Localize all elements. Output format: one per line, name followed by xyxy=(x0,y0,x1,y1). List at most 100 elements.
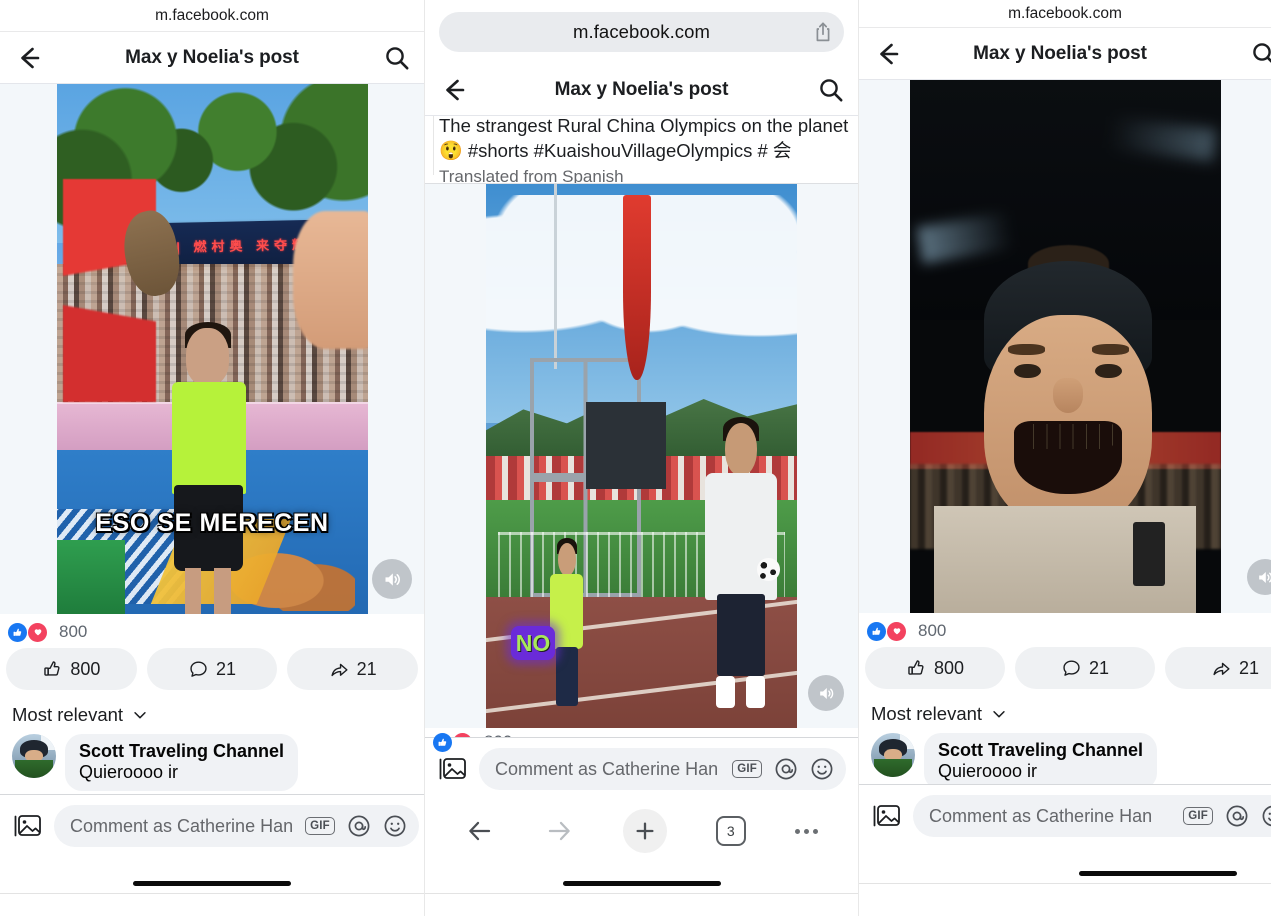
share-arrow-icon xyxy=(1211,658,1232,679)
comment-author: Scott Traveling Channel xyxy=(79,741,285,761)
comment-bubble-icon xyxy=(188,659,209,680)
post-video-middle[interactable]: NO xyxy=(425,184,858,728)
phone-panel-middle: m.facebook.com Max y Noelia's post The s… xyxy=(424,0,859,916)
phone-panel-right: m.facebook.com Max y Noelia's post 体育节 xyxy=(859,0,1271,916)
plus-icon[interactable] xyxy=(622,809,667,853)
reaction-count: 800 xyxy=(918,621,947,640)
comment-input[interactable]: Comment as Catherine Han GIF xyxy=(479,748,846,790)
facebook-nav-right: Max y Noelia's post xyxy=(859,28,1271,80)
url-bar-middle: m.facebook.com xyxy=(425,0,858,64)
photo-icon[interactable] xyxy=(437,755,469,783)
photo-icon[interactable] xyxy=(12,812,44,840)
comment-placeholder: Comment as Catherine Han xyxy=(929,805,1153,826)
post-video-right[interactable]: 体育节 xyxy=(859,80,1271,613)
facebook-nav-middle: Max y Noelia's post xyxy=(425,64,858,116)
browser-back-icon[interactable] xyxy=(465,816,495,846)
sound-on-icon[interactable] xyxy=(372,559,412,599)
comment-bubble: Scott Traveling Channel Quieroooo ir xyxy=(65,734,299,791)
thumbs-up-reaction-icon xyxy=(8,622,27,642)
url-bar-left[interactable]: m.facebook.com xyxy=(0,0,424,32)
emoji-smiley-icon[interactable] xyxy=(810,757,834,781)
home-indicator xyxy=(1079,871,1237,876)
back-arrow-icon[interactable] xyxy=(439,75,469,105)
caption-line-2: 😲 #shorts #KuaishouVillageOlympics # 会 xyxy=(439,138,844,165)
sort-label: Most relevant xyxy=(871,703,983,724)
heart-reaction-icon xyxy=(887,621,906,641)
url-text: m.facebook.com xyxy=(1008,4,1122,22)
comment-input[interactable]: Comment as Catherine Han GIF xyxy=(913,795,1271,837)
share-button[interactable]: 21 xyxy=(287,648,419,690)
like-button[interactable]: 800 xyxy=(6,648,137,690)
comment-sort-right[interactable]: Most relevant xyxy=(859,695,1271,731)
comment-author: Scott Traveling Channel xyxy=(938,740,1144,760)
comment-button[interactable]: 21 xyxy=(1015,647,1155,689)
post-actions-right: 800 21 21 xyxy=(859,643,1271,695)
at-mention-icon[interactable] xyxy=(347,814,371,838)
search-icon[interactable] xyxy=(818,77,844,103)
post-video-left[interactable]: 加多宝 | 燃村奥 来夺耀 ESO SE MERECEN xyxy=(0,84,424,614)
comment-item-left[interactable]: Scott Traveling Channel Quieroooo ir xyxy=(0,732,424,791)
comment-input[interactable]: Comment as Catherine Han GIF xyxy=(54,805,419,847)
emoji-smiley-icon[interactable] xyxy=(1261,804,1271,828)
caption-line-1: The strangest Rural China Olympics on th… xyxy=(439,116,849,136)
caption-hashtags: #shorts #KuaishouVillageOlympics # 会 xyxy=(467,140,792,161)
panel-bottom-divider xyxy=(425,893,858,894)
share-arrow-icon xyxy=(329,659,350,680)
heart-reaction-icon xyxy=(28,622,47,642)
at-mention-icon[interactable] xyxy=(1225,804,1249,828)
panel-bottom-divider xyxy=(0,893,424,894)
video-caption-overlay: ESO SE MERECEN xyxy=(95,509,329,537)
comment-count: 21 xyxy=(1088,657,1110,678)
at-mention-icon[interactable] xyxy=(774,757,798,781)
video-no-badge: NO xyxy=(511,626,555,660)
gif-icon[interactable]: GIF xyxy=(1183,807,1213,825)
thumbs-up-icon xyxy=(42,659,63,680)
url-field[interactable]: m.facebook.com xyxy=(439,12,844,52)
chevron-down-icon xyxy=(131,706,149,724)
comment-placeholder: Comment as Catherine Han xyxy=(495,758,719,779)
like-count: 800 xyxy=(70,658,101,679)
reaction-summary-left[interactable]: 800 xyxy=(0,614,424,644)
like-button[interactable]: 800 xyxy=(865,647,1005,689)
home-indicator xyxy=(133,881,291,886)
comment-sort-left[interactable]: Most relevant xyxy=(0,696,424,732)
photo-icon[interactable] xyxy=(871,802,903,830)
share-out-icon[interactable] xyxy=(813,21,833,43)
search-icon[interactable] xyxy=(384,45,410,71)
chevron-down-icon xyxy=(990,705,1008,723)
comment-composer-left: Comment as Catherine Han GIF xyxy=(0,794,424,857)
browser-forward-icon[interactable] xyxy=(544,816,574,846)
post-actions-left: 800 21 21 xyxy=(0,644,424,696)
facebook-nav-left: Max y Noelia's post xyxy=(0,32,424,84)
home-indicator xyxy=(562,881,721,886)
comment-count: 21 xyxy=(215,658,237,679)
comment-button[interactable]: 21 xyxy=(146,648,278,690)
comment-bubble: Scott Traveling Channel Quieroooo ir xyxy=(924,733,1158,790)
page-title: Max y Noelia's post xyxy=(125,46,299,68)
thumbs-up-icon xyxy=(906,658,927,679)
reaction-count: 800 xyxy=(59,622,88,641)
phone-panel-left: m.facebook.com Max y Noelia's post 加多宝 |… xyxy=(0,0,424,916)
back-arrow-icon[interactable] xyxy=(14,43,44,73)
translation-note: Translated from Spanish xyxy=(439,167,624,184)
like-count: 800 xyxy=(933,657,965,678)
search-icon[interactable] xyxy=(1251,41,1271,67)
comment-item-right[interactable]: Scott Traveling Channel Quieroooo ir xyxy=(859,731,1271,790)
share-button[interactable]: 21 xyxy=(1165,647,1271,689)
post-caption-middle[interactable]: The strangest Rural China Olympics on th… xyxy=(425,116,858,184)
tab-count-button[interactable]: 3 xyxy=(715,816,746,846)
back-arrow-icon[interactable] xyxy=(873,39,903,69)
url-text: m.facebook.com xyxy=(155,6,269,24)
url-bar-right[interactable]: m.facebook.com xyxy=(859,0,1271,28)
comment-composer-middle: Comment as Catherine Han GIF xyxy=(425,737,858,800)
avatar xyxy=(871,733,915,777)
panel-bottom-divider xyxy=(859,883,1271,884)
reaction-summary-right[interactable]: 800 xyxy=(859,613,1271,643)
emoji-smiley-icon[interactable] xyxy=(383,814,407,838)
sound-on-icon[interactable] xyxy=(808,675,844,711)
more-dots-icon[interactable] xyxy=(794,828,818,834)
thumbs-up-reaction-icon xyxy=(433,732,452,752)
share-count: 21 xyxy=(356,658,377,679)
gif-icon[interactable]: GIF xyxy=(305,817,335,835)
gif-icon[interactable]: GIF xyxy=(732,760,762,778)
